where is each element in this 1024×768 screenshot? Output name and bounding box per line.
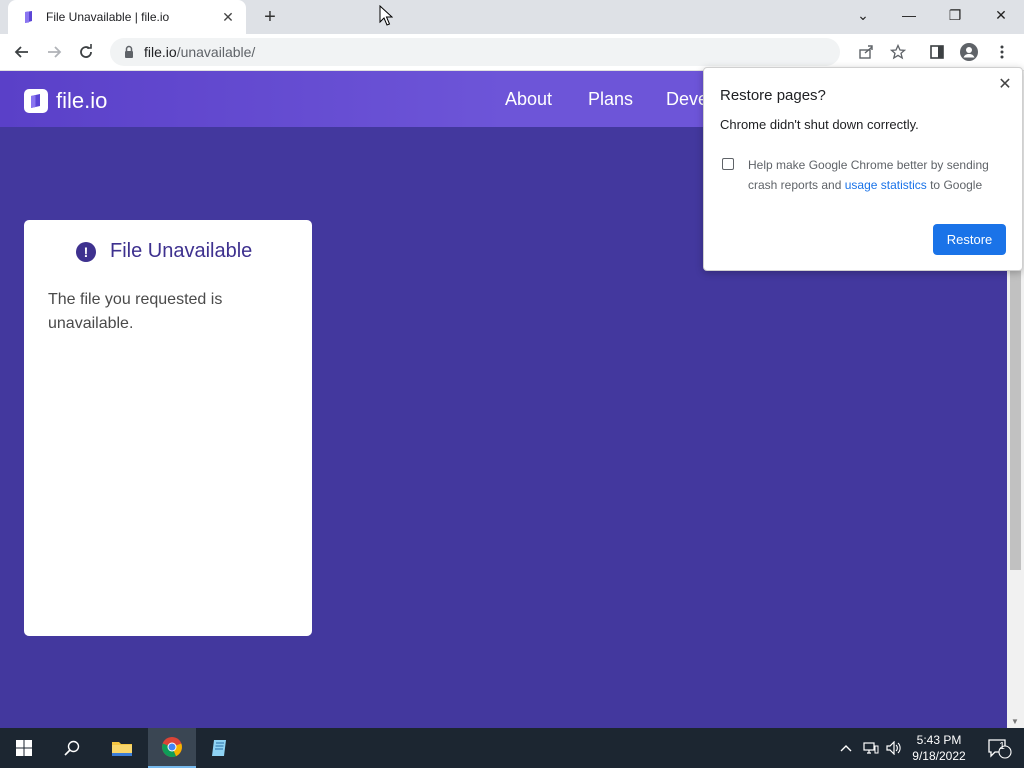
profile-avatar-icon [960, 43, 978, 61]
crash-report-checkbox[interactable] [722, 158, 734, 170]
chrome-icon [162, 737, 182, 758]
bookmark-button[interactable] [885, 39, 911, 65]
usage-statistics-link[interactable]: usage statistics [845, 178, 927, 192]
scrollbar-thumb[interactable] [1010, 270, 1021, 570]
url-host: file.io [144, 44, 177, 60]
close-window-button[interactable]: ✕ [978, 0, 1024, 30]
fileio-favicon-icon [25, 11, 32, 23]
star-icon [890, 44, 906, 60]
browser-toolbar: file.io/unavailable/ [0, 34, 1024, 71]
fileio-logo-icon [24, 89, 48, 113]
clock-time: 5:43 PM [916, 733, 962, 747]
clock-date: 9/18/2022 [912, 749, 966, 763]
more-vert-icon [1000, 45, 1004, 59]
alert-circle-icon: ! [76, 241, 96, 262]
lock-icon [125, 45, 133, 58]
file-explorer-button[interactable] [98, 728, 146, 768]
nav-plans[interactable]: Plans [588, 89, 633, 110]
address-bar[interactable]: file.io/unavailable/ [110, 38, 840, 66]
notepad-app-icon [212, 740, 226, 756]
maximize-button[interactable]: ❐ [932, 0, 978, 30]
site-logo[interactable]: file.io [24, 88, 107, 114]
card-message: The file you requested is unavailable. [48, 291, 223, 332]
profile-button[interactable] [956, 39, 982, 65]
start-button[interactable] [0, 728, 48, 768]
browser-tab[interactable]: File Unavailable | file.io ✕ [8, 0, 246, 34]
chevron-up-icon [840, 745, 852, 752]
restore-button[interactable]: Restore [933, 224, 1006, 255]
taskbar-clock[interactable]: 5:43 PM 9/18/2022 [906, 732, 972, 764]
tab-search-icon[interactable]: ⌄ [840, 0, 886, 30]
side-panel-icon [930, 45, 944, 59]
error-card: ! File Unavailable The file you requeste… [24, 220, 312, 636]
side-panel-button[interactable] [924, 39, 950, 65]
chrome-menu-button[interactable] [989, 39, 1015, 65]
new-tab-button[interactable]: + [258, 5, 282, 29]
show-hidden-icons-button[interactable] [838, 728, 854, 768]
nav-about[interactable]: About [505, 89, 552, 110]
dialog-message: Chrome didn't shut down correctly. [720, 117, 919, 132]
tab-close-icon[interactable]: ✕ [220, 9, 236, 25]
action-center-button[interactable]: 1 [980, 728, 1020, 768]
mouse-cursor-icon [379, 5, 393, 26]
restore-pages-dialog: Restore pages? ✕ Chrome didn't shut down… [703, 67, 1023, 271]
reload-button[interactable] [73, 39, 99, 65]
network-icon[interactable] [862, 728, 880, 768]
scroll-down-arrow-icon[interactable]: ▼ [1011, 717, 1019, 726]
arrow-left-icon [14, 46, 28, 58]
search-button[interactable] [48, 728, 96, 768]
nav-developers[interactable]: Deve [666, 89, 708, 110]
windows-taskbar: 5:43 PM 9/18/2022 1 [0, 728, 1024, 768]
dialog-title: Restore pages? [720, 87, 826, 104]
card-header: ! File Unavailable [76, 240, 252, 263]
logo-text: file.io [56, 88, 108, 113]
card-title: File Unavailable [110, 240, 253, 262]
checkbox-label: Help make Google Chrome better by sendin… [748, 155, 1008, 195]
checkbox-label-suffix: to Google [926, 178, 983, 192]
back-button[interactable] [9, 39, 35, 65]
close-icon[interactable]: ✕ [996, 75, 1014, 93]
app-taskbar-button[interactable] [196, 728, 244, 768]
minimize-button[interactable]: — [886, 0, 932, 30]
arrow-right-icon [48, 46, 62, 58]
windows-logo-icon [16, 740, 32, 756]
share-button[interactable] [853, 39, 879, 65]
search-icon [64, 740, 80, 756]
tab-title: File Unavailable | file.io [46, 10, 170, 24]
tab-strip: File Unavailable | file.io ✕ + ⌄ — ❐ ✕ [0, 0, 1024, 34]
notification-count: 1 [999, 741, 1005, 752]
folder-icon [112, 742, 132, 756]
reload-icon [80, 44, 92, 58]
share-icon [859, 45, 873, 59]
url-path: /unavailable/ [176, 44, 256, 60]
forward-button[interactable] [41, 39, 67, 65]
chrome-taskbar-button[interactable] [148, 728, 196, 768]
volume-icon[interactable] [884, 728, 902, 768]
